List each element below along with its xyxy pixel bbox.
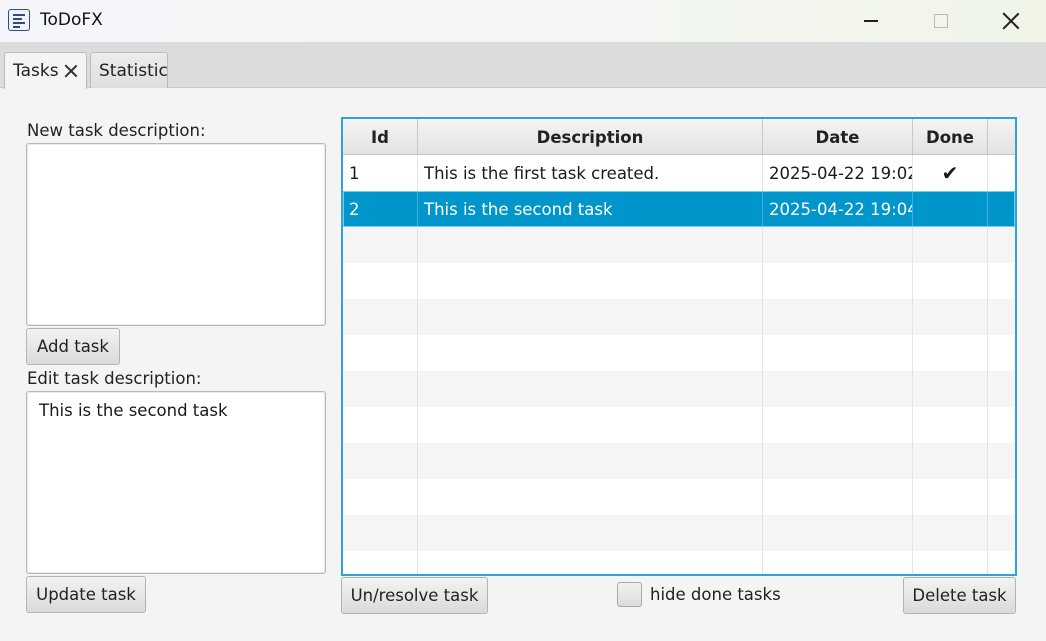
table-row[interactable]: 1 This is the first task created. 2025-0… bbox=[343, 155, 1015, 191]
cell-date: 2025-04-22 19:04 bbox=[763, 191, 913, 227]
empty-row bbox=[343, 407, 1015, 443]
tab-tasks[interactable]: Tasks bbox=[4, 52, 87, 89]
tab-close-icon[interactable] bbox=[64, 64, 78, 78]
maximize-icon bbox=[934, 14, 948, 28]
cell-description: This is the second task bbox=[418, 191, 763, 227]
empty-row bbox=[343, 299, 1015, 335]
minimize-icon bbox=[864, 20, 878, 22]
column-header-id[interactable]: Id bbox=[343, 119, 418, 155]
empty-row bbox=[343, 515, 1015, 551]
empty-row bbox=[343, 227, 1015, 263]
tab-statistic-label: Statistic bbox=[99, 60, 168, 81]
cell-id: 2 bbox=[343, 191, 418, 227]
delete-task-button[interactable]: Delete task bbox=[903, 577, 1016, 614]
done-check-icon: ✔ bbox=[913, 155, 988, 191]
hide-done-label[interactable]: hide done tasks bbox=[650, 585, 781, 604]
empty-row bbox=[343, 371, 1015, 407]
tab-strip: Tasks Statistic bbox=[0, 42, 1046, 89]
column-header-date[interactable]: Date bbox=[763, 119, 913, 155]
minimize-button[interactable] bbox=[836, 0, 906, 42]
maximize-button[interactable] bbox=[906, 0, 976, 42]
column-header-filler bbox=[988, 119, 1015, 155]
new-task-label: New task description: bbox=[27, 121, 206, 140]
empty-row bbox=[343, 335, 1015, 371]
cell-date: 2025-04-22 19:02 bbox=[763, 155, 913, 191]
title-bar: ToDoFX bbox=[0, 0, 1046, 42]
cell-filler bbox=[988, 191, 1015, 227]
empty-row bbox=[343, 479, 1015, 515]
cell-id: 1 bbox=[343, 155, 418, 191]
cell-done bbox=[913, 191, 988, 227]
update-task-button[interactable]: Update task bbox=[26, 576, 146, 613]
tab-statistic[interactable]: Statistic bbox=[90, 52, 168, 88]
unresolve-task-button[interactable]: Un/resolve task bbox=[341, 577, 488, 614]
tab-tasks-label: Tasks bbox=[13, 61, 59, 81]
add-task-button[interactable]: Add task bbox=[26, 328, 120, 365]
new-task-input[interactable] bbox=[26, 143, 326, 326]
table-header: Id Description Date Done bbox=[343, 119, 1015, 155]
empty-row bbox=[343, 263, 1015, 299]
window-title: ToDoFX bbox=[40, 10, 103, 30]
edit-task-label: Edit task description: bbox=[27, 369, 202, 388]
table-row-selected[interactable]: 2 This is the second task 2025-04-22 19:… bbox=[343, 191, 1015, 227]
checklist-icon bbox=[8, 9, 30, 31]
hide-done-checkbox[interactable] bbox=[617, 582, 642, 607]
column-header-description[interactable]: Description bbox=[418, 119, 763, 155]
close-window-button[interactable] bbox=[976, 0, 1046, 42]
column-header-done[interactable]: Done bbox=[913, 119, 988, 155]
cell-description: This is the first task created. bbox=[418, 155, 763, 191]
edit-task-input[interactable]: This is the second task bbox=[26, 391, 326, 574]
empty-row bbox=[343, 443, 1015, 479]
cell-filler bbox=[988, 155, 1015, 191]
empty-row bbox=[343, 551, 1015, 574]
close-icon bbox=[1002, 12, 1020, 30]
task-table[interactable]: Id Description Date Done 1 This is the f… bbox=[341, 117, 1017, 576]
